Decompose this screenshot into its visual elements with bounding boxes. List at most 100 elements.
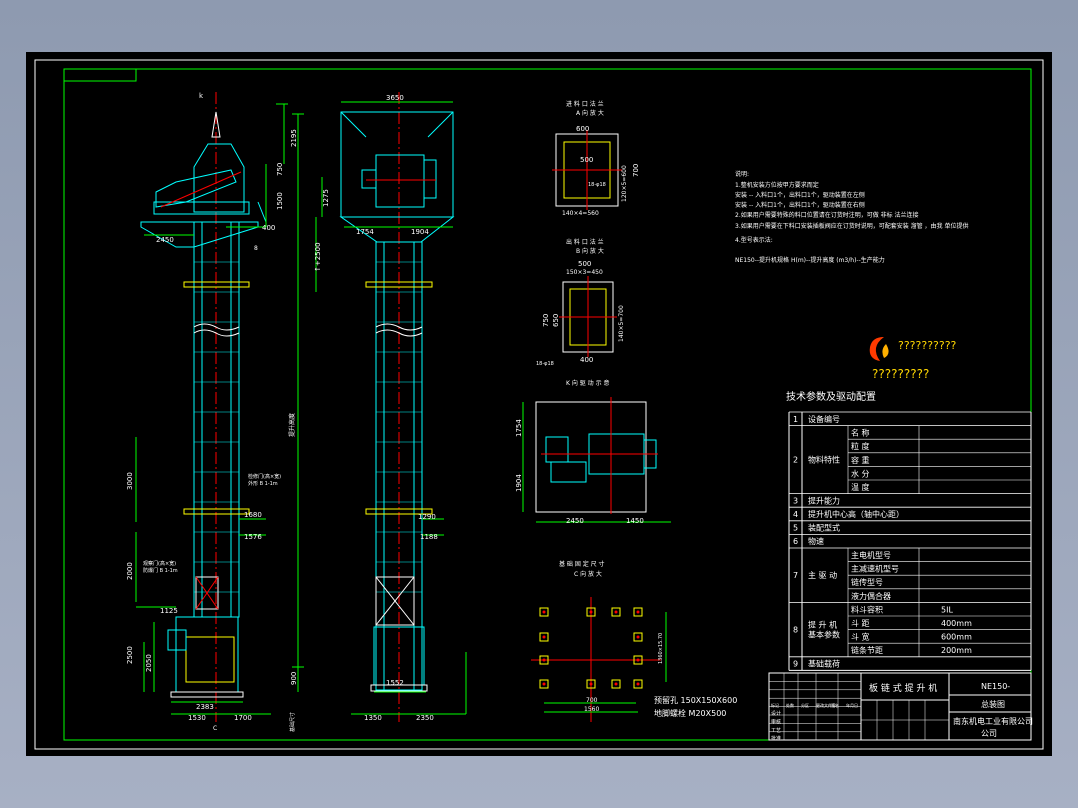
door-note-b1: 观察门(高×宽) [143, 560, 176, 567]
top-left-tag [63, 68, 137, 82]
door-note-b2: 防爆门 B 1-1m [143, 567, 178, 574]
param-row-number: 2 [793, 456, 798, 465]
param-row-name: 提升能力 [808, 495, 840, 505]
dims-detail-k [522, 402, 671, 523]
dim-2383: 2383 [196, 703, 214, 711]
param-row-name: 基础载荷 [808, 659, 840, 669]
company-logo: ?????????? ????????? [869, 337, 957, 381]
dim-2050: 2050 [145, 654, 153, 672]
param-sub-value: 400mm [941, 619, 972, 628]
detail-c-title: 基 础 固 定 尺 寸 [559, 560, 605, 568]
dim-2350: 2350 [416, 714, 434, 722]
outlet-dim-400: 400 [580, 356, 593, 364]
param-row-name: 基本参数 [808, 630, 840, 640]
inlet-hole: 18-φ18 [588, 182, 606, 188]
drive-motor [155, 169, 237, 208]
tb-role-cell: 批准 [771, 735, 781, 742]
platform-brace [257, 201, 267, 223]
tb-header-cell: 签名 [831, 702, 839, 708]
dim-3000: 3000 [126, 472, 134, 490]
notes-block: 说明: 1.整机安装方位按甲方要求而定 安装 -- 入料口1个，出料口1个，驱动… [735, 170, 968, 264]
param-row-name: 提升机中心高（轴中心距） [808, 509, 904, 519]
drive-dim-2450: 2450 [566, 517, 584, 525]
drive-plan-frame [535, 401, 647, 513]
detail-b-subtitle: B 向 放 大 [576, 247, 604, 255]
notes-heading: 说明: [735, 170, 749, 178]
drawing-canvas: k 2195 750 1500 400 2450 8 提升高度 检修门(高×宽)… [34, 59, 1044, 750]
drawing-sheet: k 2195 750 1500 400 2450 8 提升高度 检修门(高×宽)… [26, 52, 1052, 756]
param-sub-label: 斗 距 [851, 619, 870, 628]
drawing-title: 板 链 式 提 升 机 [869, 682, 937, 694]
dim-900: 900 [290, 672, 298, 685]
dim-h2500: ↑+2500 [314, 242, 322, 272]
param-sub-label: 粒 度 [851, 441, 870, 451]
dim-400: 400 [262, 224, 275, 232]
logo-flame-icon [869, 337, 884, 361]
logo-line-2: ????????? [872, 367, 929, 381]
param-sub-label: 斗 宽 [851, 632, 870, 642]
outlet-dim-v: 140×5=700 [618, 305, 625, 342]
found-dim-700: 700 [586, 697, 598, 704]
head-gear [361, 169, 377, 189]
param-row-name: 装配型式 [808, 523, 840, 533]
frame-brace-r [427, 111, 454, 138]
param-table-grid: 1 设备编号 2 物料特性 名 称粒 度容 重水 分温 度 3 提升能力 4 提升机中心高（轴中… [788, 411, 1032, 671]
param-row-number: 3 [793, 496, 798, 505]
boot-section-1 [175, 616, 239, 693]
found-dim-v: 1360×15.70 [658, 633, 664, 664]
param-sub-value: 600mm [941, 633, 972, 642]
dims-view2 [315, 101, 467, 715]
dim-1125: 1125 [160, 607, 178, 615]
param-row-name: 设备编号 [808, 414, 840, 424]
tb-header-cell: 标记 [771, 702, 779, 708]
dim-1530: 1530 [188, 714, 206, 722]
dim-750: 750 [276, 163, 284, 176]
param-row-number: 5 [793, 524, 798, 533]
parameter-table: 技术参数及驱动配置 1 设备编号 2 物料特性 名 称粒 度容 重水 分温 度 3 提升能力… [786, 390, 1032, 671]
dim-1904: 1904 [411, 228, 429, 236]
param-row-number: 8 [793, 626, 798, 635]
dim-1500: 1500 [276, 192, 284, 210]
param-sub-value: 5IL [941, 605, 953, 614]
param-row-name: 提 升 机 [808, 620, 837, 630]
company-suffix: 公司 [981, 729, 997, 738]
anchor-bolt-center [542, 682, 546, 686]
base-plate-1 [170, 691, 244, 698]
head-coupling [423, 159, 437, 199]
inlet-dim-500: 500 [580, 156, 593, 164]
anchor-bolt-center [542, 635, 546, 639]
note-1: 1.整机安装方位按甲方要求而定 [735, 181, 819, 189]
door-note-a1: 检修门(高×宽) [248, 473, 281, 480]
detail-c-foundation: 基 础 固 定 尺 寸 C 向 放 大 700 1560 1360×15.70 … [531, 560, 737, 722]
detail-b-outlet-flange: 出 料 口 法 兰 B 向 放 大 500 150×3=450 750 650 … [536, 238, 625, 367]
boot-chute-1 [167, 629, 187, 651]
logo-line-1: ?????????? [898, 339, 957, 352]
param-sub-label: 主电机型号 [851, 550, 891, 560]
dim-2195: 2195 [290, 129, 298, 147]
anchor-bolt-center [636, 658, 640, 662]
anchor-bolt-center [542, 610, 546, 614]
param-sub-label: 水 分 [851, 468, 870, 478]
tb-header-cell: 分区 [801, 702, 809, 708]
drive-dim-1904: 1904 [515, 474, 523, 492]
section-mark-k: k [199, 92, 204, 100]
boot-inlet-1 [185, 636, 235, 683]
param-sub-label: 液力偶合器 [851, 591, 891, 601]
param-row-number: 1 [793, 415, 798, 424]
anchor-bolt-center [614, 610, 618, 614]
drawing-type: 总装图 [981, 699, 1005, 709]
tb-role-cell: 工艺 [771, 728, 781, 734]
note-3: 安装 -- 入料口1个，出料口1个，驱动装置在右侧 [735, 201, 865, 209]
dim-8: 8 [254, 245, 258, 252]
front-elevation-view: 3650 1275 ↑+2500 1754 1904 1290 1188 155… [314, 92, 467, 722]
inlet-dim-700: 700 [632, 164, 640, 177]
param-sub-label: 容 重 [851, 455, 870, 465]
dim-1188: 1188 [420, 533, 438, 541]
dim-1275: 1275 [322, 189, 330, 207]
dim-1552: 1552 [386, 679, 404, 687]
note-6: 4.型号表示法: [735, 236, 773, 244]
outlet-dim-650: 650 [552, 314, 560, 327]
found-dim-1560: 1560 [584, 706, 599, 713]
param-sub-label: 温 度 [851, 482, 870, 492]
anchor-bolt-center [589, 682, 593, 686]
